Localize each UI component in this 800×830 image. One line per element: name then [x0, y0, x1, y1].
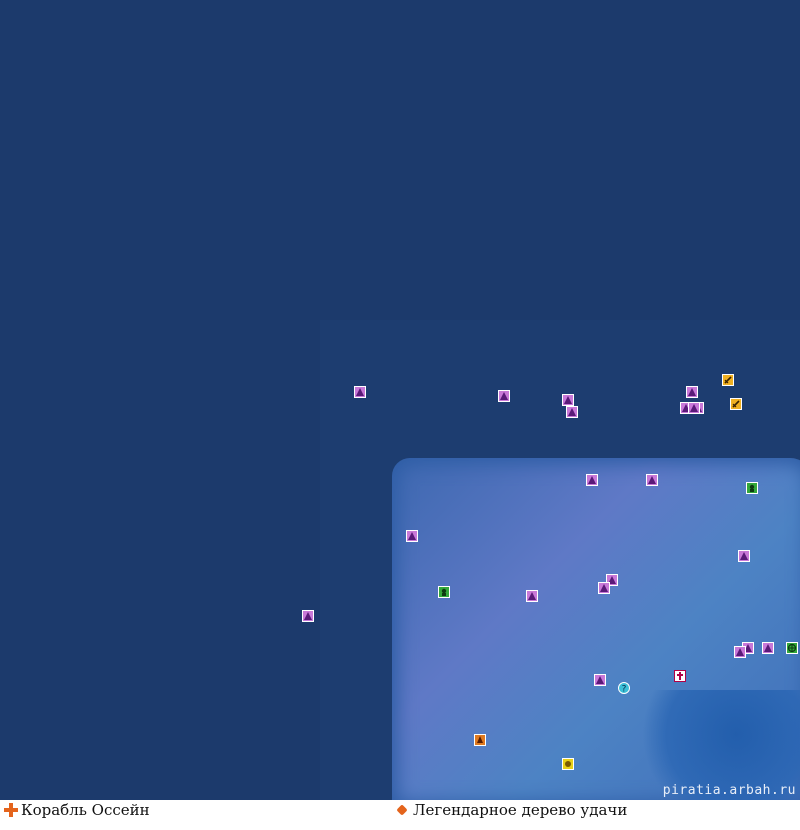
purple-triangle-icon: [648, 476, 656, 484]
purple-triangle-icon: [304, 612, 312, 620]
npc-marker[interactable]: [438, 586, 450, 598]
boss-marker[interactable]: [722, 374, 734, 386]
monster-marker[interactable]: [686, 386, 698, 398]
purple-triangle-icon: [528, 592, 536, 600]
monster-marker[interactable]: [562, 394, 574, 406]
orange-sword-icon: [732, 400, 740, 408]
map-watermark: piratia.arbah.ru: [662, 783, 796, 798]
legend-label: Корабль Оссейн: [21, 801, 150, 819]
monster-marker[interactable]: [406, 530, 418, 542]
monster-marker[interactable]: [734, 646, 746, 658]
monster-marker[interactable]: [354, 386, 366, 398]
orange-sword-icon: [724, 376, 732, 384]
monster-marker[interactable]: [598, 582, 610, 594]
ship-marker[interactable]: [474, 734, 486, 746]
monster-marker[interactable]: [586, 474, 598, 486]
svg-text:?: ?: [622, 685, 627, 694]
monster-marker[interactable]: [594, 674, 606, 686]
green-portal-icon: [787, 643, 797, 653]
purple-triangle-icon: [568, 408, 576, 416]
purple-triangle-icon: [740, 552, 748, 560]
cyan-quest-icon: ?: [622, 685, 627, 694]
monster-marker[interactable]: [498, 390, 510, 402]
world-map[interactable]: ? piratia.arbah.ru: [0, 0, 800, 800]
yellow-item-icon: [565, 761, 571, 767]
purple-triangle-icon: [690, 404, 698, 412]
quest-marker[interactable]: ?: [618, 682, 630, 694]
legend-item-ship[interactable]: Корабль Оссейн: [4, 801, 150, 819]
orange-diamond-icon: [396, 804, 408, 816]
npc-marker[interactable]: [746, 482, 758, 494]
purple-triangle-icon: [588, 476, 596, 484]
purple-triangle-icon: [688, 388, 696, 396]
purple-triangle-icon: [600, 584, 608, 592]
item-marker[interactable]: [562, 758, 574, 770]
legend-label: Легендарное дерево удачи: [413, 801, 628, 819]
boss-marker[interactable]: [730, 398, 742, 410]
monster-marker[interactable]: [566, 406, 578, 418]
purple-triangle-icon: [736, 648, 744, 656]
monster-marker[interactable]: [646, 474, 658, 486]
monster-marker[interactable]: [302, 610, 314, 622]
map-legend: Корабль Оссейн Легендарное дерево удачи: [0, 800, 800, 830]
legend-item-tree[interactable]: Легендарное дерево удачи: [396, 801, 627, 819]
orange-ship-icon: [477, 736, 483, 743]
white-cross-icon: [677, 672, 683, 680]
purple-triangle-icon: [356, 388, 364, 396]
orange-cross-icon: [4, 803, 18, 817]
purple-triangle-icon: [764, 644, 772, 652]
purple-triangle-icon: [408, 532, 416, 540]
monster-marker[interactable]: [738, 550, 750, 562]
purple-triangle-icon: [596, 676, 604, 684]
healer-marker[interactable]: [674, 670, 686, 682]
purple-triangle-icon: [564, 396, 572, 404]
purple-triangle-icon: [500, 392, 508, 400]
portal-marker[interactable]: [786, 642, 798, 654]
monster-marker[interactable]: [526, 590, 538, 602]
green-npc-icon: [749, 484, 755, 492]
green-npc-icon: [441, 588, 447, 596]
monster-marker[interactable]: [762, 642, 774, 654]
monster-marker[interactable]: [688, 402, 700, 414]
